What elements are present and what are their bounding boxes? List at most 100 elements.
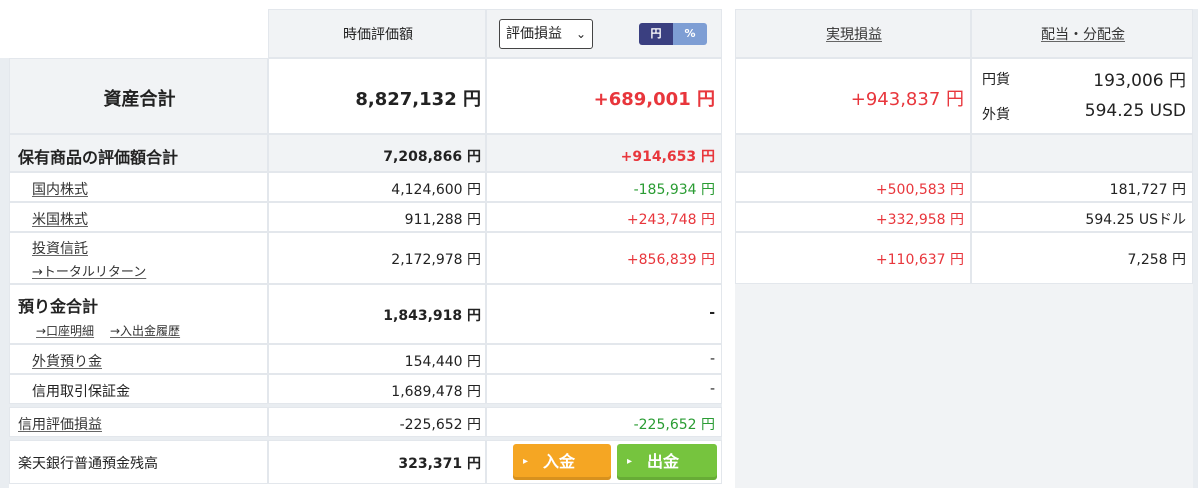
chevron-down-icon: ⌄ <box>575 27 586 41</box>
header-realized: 実現損益 <box>735 9 971 58</box>
total-dividend-cell: 円貨 193,006 円 外貨 594.25 USD <box>971 58 1193 134</box>
row-fund-value-cell: 2,172,978 円 <box>268 232 486 284</box>
margin-pl-gain: -225,652 円 <box>633 417 715 433</box>
row-fund-gain: +856,839 円 <box>626 252 715 268</box>
row-fund-label-cell: 投資信託 →トータルリターン <box>9 232 268 284</box>
total-assets-value-cell: 8,827,132 円 <box>268 58 486 134</box>
gain-type-select[interactable]: 評価損益 ⌄ <box>499 19 593 49</box>
header-market-value-label: 時価評価額 <box>343 27 413 43</box>
margin-collateral-gain: - <box>709 381 715 397</box>
total-assets-gain-cell: +689,001 円 <box>486 58 722 134</box>
margin-pl-value-cell: -225,652 円 <box>268 407 486 437</box>
total-realized: +943,837 円 <box>850 89 964 110</box>
fx-deposit-value-cell: 154,440 円 <box>268 344 486 374</box>
total-assets-label-cell: 資産合計 <box>9 58 268 134</box>
deposit-button[interactable]: ▸ 入金 <box>513 444 611 480</box>
deposit-total-label-cell: 預り金合計 →口座明細 →入出金履歴 <box>9 284 268 344</box>
holdings-realized-cell <box>735 134 971 172</box>
row-us-realized-cell: +332,958 円 <box>735 202 971 232</box>
bank-value-cell: 323,371 円 <box>268 440 486 484</box>
deposit-total-gain: - <box>709 305 715 321</box>
fx-deposit-value: 154,440 円 <box>404 354 481 370</box>
margin-pl-value: -225,652 円 <box>399 417 481 433</box>
row-us-link[interactable]: 米国株式 <box>32 209 88 229</box>
row-fund-link[interactable]: 投資信託 <box>32 238 88 258</box>
row-fund-dividend: 7,258 円 <box>1127 252 1186 268</box>
row-domestic-value: 4,124,600 円 <box>391 182 481 198</box>
margin-collateral-label: 信用取引保証金 <box>32 384 130 400</box>
header-dividend: 配当・分配金 <box>971 9 1193 58</box>
dividend-fx-label: 外貨 <box>982 107 1010 123</box>
toggle-yen[interactable]: 円 <box>639 23 673 45</box>
play-icon: ▸ <box>627 456 633 467</box>
deposit-button-label: 入金 <box>543 452 576 471</box>
fx-deposit-gain: - <box>709 351 715 367</box>
toggle-percent[interactable]: % <box>673 23 707 45</box>
deposit-history-link[interactable]: →入出金履歴 <box>110 322 180 339</box>
deposit-total-label: 預り金合計 <box>18 297 99 316</box>
row-us-gain-cell: +243,748 円 <box>486 202 722 232</box>
row-fund-dividend-cell: 7,258 円 <box>971 232 1193 284</box>
holdings-total-label: 保有商品の評価額合計 <box>18 148 179 167</box>
row-us-dividend: 594.25 USドル <box>1085 212 1186 228</box>
row-domestic-dividend-cell: 181,727 円 <box>971 172 1193 202</box>
row-fund-realized: +110,637 円 <box>875 252 964 268</box>
bank-label: 楽天銀行普通預金残高 <box>18 456 158 472</box>
header-market-value: 時価評価額 <box>268 9 486 58</box>
bank-label-cell: 楽天銀行普通預金残高 <box>9 440 268 484</box>
holdings-dividend-cell <box>971 134 1193 172</box>
row-domestic-realized-cell: +500,583 円 <box>735 172 971 202</box>
row-domestic-link[interactable]: 国内株式 <box>32 179 88 199</box>
margin-pl-label-cell: 信用評価損益 <box>9 407 268 437</box>
bank-actions-cell: ▸ 入金 ▸ 出金 <box>486 440 722 484</box>
row-domestic-dividend: 181,727 円 <box>1109 182 1186 198</box>
margin-pl-gain-cell: -225,652 円 <box>486 407 722 437</box>
account-statement-link[interactable]: →口座明細 <box>36 322 94 339</box>
right-empty-area <box>733 284 1193 488</box>
margin-collateral-value-cell: 1,689,478 円 <box>268 374 486 404</box>
total-assets-gain: +689,001 円 <box>593 89 715 110</box>
row-domestic-realized: +500,583 円 <box>875 182 964 198</box>
total-return-link[interactable]: →トータルリターン <box>32 261 146 280</box>
row-us-gain: +243,748 円 <box>626 212 715 228</box>
row-fund-value: 2,172,978 円 <box>391 252 481 268</box>
margin-collateral-label-cell: 信用取引保証金 <box>9 374 268 404</box>
row-domestic-value-cell: 4,124,600 円 <box>268 172 486 202</box>
withdraw-button[interactable]: ▸ 出金 <box>617 444 717 480</box>
row-us-dividend-cell: 594.25 USドル <box>971 202 1193 232</box>
total-assets-value: 8,827,132 円 <box>355 89 481 110</box>
table-gap <box>722 9 735 488</box>
row-us-realized: +332,958 円 <box>875 212 964 228</box>
left-edge-strip <box>0 58 9 488</box>
row-divider <box>9 437 722 440</box>
holdings-total-value: 7,208,866 円 <box>383 149 481 165</box>
gain-type-select-value: 評価損益 <box>506 26 562 42</box>
deposit-total-gain-cell: - <box>486 284 722 344</box>
play-icon: ▸ <box>523 456 529 467</box>
dividend-jpy-label: 円貨 <box>982 72 1010 88</box>
fx-deposit-gain-cell: - <box>486 344 722 374</box>
total-assets-label: 資産合計 <box>103 89 176 110</box>
dividend-jpy-value: 193,006 円 <box>1093 71 1186 91</box>
header-blank <box>0 0 268 58</box>
realized-link[interactable]: 実現損益 <box>736 24 972 44</box>
deposit-total-value: 1,843,918 円 <box>383 308 481 324</box>
holdings-total-gain-cell: +914,653 円 <box>486 134 722 172</box>
row-us-label-cell: 米国株式 <box>9 202 268 232</box>
row-us-value-cell: 911,288 円 <box>268 202 486 232</box>
header-gain: 評価損益 ⌄ 円 % <box>486 9 722 58</box>
right-edge-strip <box>1193 9 1198 488</box>
dividend-link[interactable]: 配当・分配金 <box>972 24 1194 44</box>
margin-collateral-gain-cell: - <box>486 374 722 404</box>
row-fund-realized-cell: +110,637 円 <box>735 232 971 284</box>
fx-deposit-link[interactable]: 外貨預り金 <box>32 351 102 371</box>
row-us-value: 911,288 円 <box>404 212 481 228</box>
fx-deposit-label-cell: 外貨預り金 <box>9 344 268 374</box>
margin-collateral-value: 1,689,478 円 <box>391 384 481 400</box>
unit-toggle: 円 % <box>639 23 707 45</box>
margin-pl-link[interactable]: 信用評価損益 <box>18 414 102 434</box>
row-domestic-gain: -185,934 円 <box>633 182 715 198</box>
deposit-total-value-cell: 1,843,918 円 <box>268 284 486 344</box>
withdraw-button-label: 出金 <box>647 452 680 471</box>
row-domestic-label-cell: 国内株式 <box>9 172 268 202</box>
